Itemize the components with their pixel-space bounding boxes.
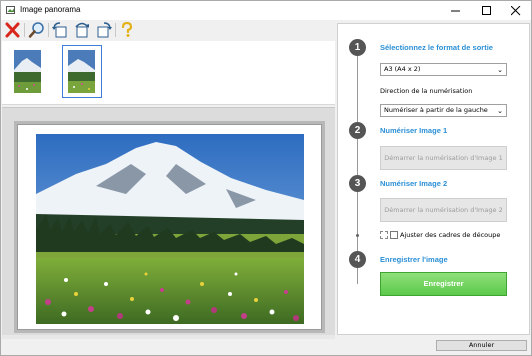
- scan-direction-value: Numériser à partir de la gauche: [384, 106, 488, 114]
- step-1-title: Sélectionnez le format de sortie: [380, 43, 493, 52]
- rotate-180-icon: [75, 22, 89, 38]
- timeline-dot: [356, 234, 359, 237]
- maximize-icon: [482, 6, 491, 15]
- thumbnail-image-2-picture: [68, 50, 95, 93]
- rotate-left-icon: [52, 22, 67, 38]
- rotate-180-button[interactable]: [73, 21, 91, 39]
- crop-frames-icon: [380, 231, 388, 239]
- help-icon: [121, 21, 133, 37]
- scan-direction-select[interactable]: Numériser à partir de la gauche ⌄: [380, 104, 507, 117]
- toolbar-separator: [115, 23, 116, 37]
- window-title: Image panorama: [20, 5, 81, 14]
- step-timeline: [357, 44, 358, 284]
- thumbnail-image-1[interactable]: [9, 46, 47, 97]
- step-4-title: Enregistrer l'image: [380, 255, 448, 264]
- image-panorama-window: Image panorama 1 Sélectionnez le format …: [0, 0, 532, 356]
- rotate-right-button[interactable]: [95, 21, 113, 39]
- panorama-preview-image: [36, 134, 304, 324]
- output-format-value: A3 (A4 x 2): [384, 65, 421, 73]
- delete-button[interactable]: [4, 21, 22, 39]
- help-button[interactable]: [118, 21, 136, 39]
- toolbar: [1, 20, 335, 41]
- rotate-right-icon: [97, 22, 112, 38]
- output-format-select[interactable]: A3 (A4 x 2) ⌄: [380, 63, 507, 76]
- step-3-badge: 3: [349, 175, 366, 192]
- thumbnail-image-2[interactable]: [62, 45, 102, 98]
- scan-direction-label: Direction de la numérisation: [380, 87, 473, 95]
- minimize-button[interactable]: [441, 1, 471, 20]
- preview-area: [2, 107, 335, 335]
- crop-frames-checkbox[interactable]: [390, 231, 398, 239]
- zoom-button[interactable]: [28, 21, 46, 39]
- preview-frame: [17, 124, 322, 330]
- steps-panel: 1 Sélectionnez le format de sortie A3 (A…: [337, 23, 530, 335]
- chevron-down-icon: ⌄: [497, 107, 503, 115]
- step-1-badge: 1: [349, 39, 366, 56]
- title-bar: Image panorama: [1, 1, 531, 20]
- thumbnail-image-1-picture: [14, 50, 41, 93]
- horizontal-scrollbar[interactable]: [2, 335, 335, 339]
- step-2-badge: 2: [349, 122, 366, 139]
- zoom-icon: [28, 22, 44, 38]
- crop-frames-label: Ajuster des cadres de découpe: [400, 231, 501, 239]
- cancel-button[interactable]: Annuler: [436, 340, 527, 351]
- toolbar-separator: [48, 23, 49, 37]
- toolbar-separator: [24, 23, 25, 37]
- chevron-down-icon: ⌄: [497, 66, 503, 74]
- step-4-badge: 4: [349, 251, 366, 268]
- app-icon: [6, 6, 15, 14]
- step-3-title: Numériser Image 2: [380, 179, 448, 188]
- scan-image-2-button[interactable]: Démarrer la numérisation d'Image 2: [380, 198, 507, 222]
- close-button[interactable]: [501, 1, 531, 20]
- scan-image-1-button[interactable]: Démarrer la numérisation d'Image 1: [380, 146, 507, 170]
- maximize-button[interactable]: [472, 1, 502, 20]
- step-2-title: Numériser Image 1: [380, 126, 448, 135]
- save-button[interactable]: Enregistrer: [380, 272, 507, 296]
- delete-icon: [5, 22, 20, 38]
- rotate-left-button[interactable]: [51, 21, 69, 39]
- thumbnail-strip: [2, 41, 335, 105]
- close-icon: [511, 6, 521, 16]
- minimize-icon: [451, 10, 460, 12]
